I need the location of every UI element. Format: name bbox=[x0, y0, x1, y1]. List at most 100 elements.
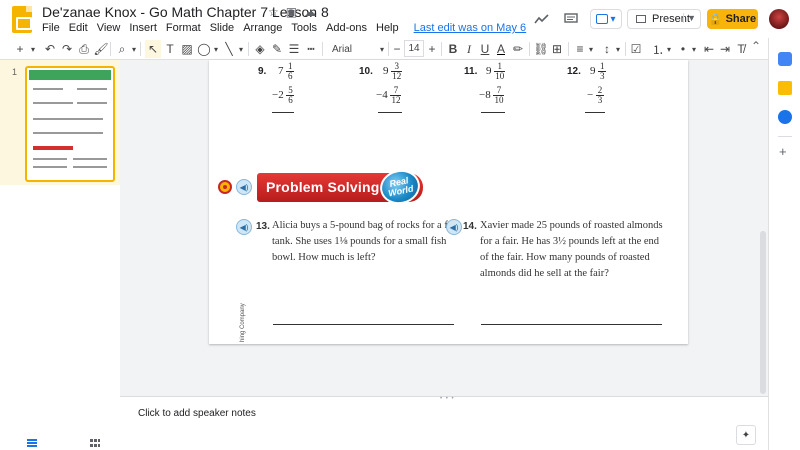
present-button[interactable]: Present ▼ bbox=[627, 9, 701, 29]
menu-view[interactable]: View bbox=[97, 22, 121, 34]
thumbnail-line bbox=[33, 166, 67, 168]
italic-icon[interactable]: I bbox=[462, 40, 476, 58]
select-icon[interactable]: ↖ bbox=[145, 40, 161, 58]
thumbnail-line bbox=[33, 132, 103, 134]
increase-indent-icon[interactable]: ⇥ bbox=[718, 40, 732, 58]
align-icon[interactable]: ≡ bbox=[573, 40, 587, 58]
audio-speaker-icon[interactable]: ◀) bbox=[236, 179, 252, 195]
menu-format[interactable]: Format bbox=[166, 22, 201, 34]
menu-slide[interactable]: Slide bbox=[210, 22, 234, 34]
text-color-icon[interactable]: A bbox=[494, 40, 508, 58]
hide-menus-chevron-icon[interactable]: ⌃ bbox=[751, 39, 761, 53]
redo-icon[interactable]: ↷ bbox=[59, 40, 75, 58]
thumbnail-line bbox=[33, 146, 73, 150]
menu-arrange[interactable]: Arrange bbox=[243, 22, 282, 34]
menu-tools[interactable]: Tools bbox=[291, 22, 317, 34]
grid-view-icon[interactable] bbox=[90, 434, 100, 447]
border-weight-icon[interactable]: ☰ bbox=[286, 40, 302, 58]
filmstrip-view-icon[interactable] bbox=[27, 434, 37, 447]
fraction: 13 bbox=[598, 62, 607, 81]
zoom-icon[interactable]: ⌕ bbox=[114, 40, 130, 58]
activity-trend-icon[interactable] bbox=[531, 8, 553, 30]
slide-thumbnail[interactable] bbox=[25, 66, 115, 182]
comment-add-icon[interactable]: ⊞ bbox=[550, 40, 564, 58]
line-icon[interactable]: ╲ bbox=[221, 40, 237, 58]
numbered-list-icon[interactable]: ⒈ bbox=[651, 40, 665, 58]
problem-solving-title: Problem Solving bbox=[266, 179, 380, 195]
resize-dots-icon[interactable]: • • • bbox=[440, 396, 455, 402]
whole-number: −8 bbox=[479, 89, 491, 102]
present-dropdown-icon[interactable]: ▼ bbox=[683, 13, 696, 23]
fraction: 7 10 bbox=[493, 85, 505, 105]
highlight-icon[interactable]: ✏ bbox=[511, 40, 525, 58]
calendar-icon[interactable] bbox=[778, 52, 792, 66]
title-icons: ☆ ▣ ☁ bbox=[268, 5, 316, 19]
bulleted-list-icon[interactable]: • bbox=[676, 40, 690, 58]
line-spacing-dropdown-icon[interactable]: ▾ bbox=[614, 40, 622, 58]
audio-speaker-icon[interactable]: ◀) bbox=[446, 219, 462, 235]
menu-add-ons[interactable]: Add-ons bbox=[326, 22, 367, 34]
decrease-font-icon[interactable]: − bbox=[391, 40, 403, 58]
separator bbox=[322, 42, 323, 56]
audio-speaker-icon[interactable]: ◀) bbox=[236, 219, 252, 235]
print-icon[interactable]: ⎙ bbox=[76, 40, 92, 58]
clear-formatting-icon[interactable]: T̸ bbox=[734, 40, 748, 58]
slides-logo-icon[interactable] bbox=[12, 6, 32, 33]
keep-icon[interactable] bbox=[778, 81, 792, 95]
underline-icon[interactable]: U bbox=[478, 40, 492, 58]
decrease-indent-icon[interactable]: ⇤ bbox=[702, 40, 716, 58]
checklist-icon[interactable]: ☑ bbox=[629, 40, 643, 58]
border-dash-icon[interactable]: ┅ bbox=[303, 40, 319, 58]
paint-format-icon[interactable]: 🖌 bbox=[93, 40, 109, 58]
menu-help[interactable]: Help bbox=[376, 22, 399, 34]
numbered-list-dropdown-icon[interactable]: ▾ bbox=[665, 40, 673, 58]
text-box-icon[interactable]: T bbox=[162, 40, 178, 58]
share-label: Share bbox=[725, 13, 757, 25]
shape-icon[interactable]: ◯ bbox=[196, 40, 212, 58]
comments-icon[interactable] bbox=[560, 8, 582, 30]
account-avatar[interactable] bbox=[769, 9, 789, 29]
align-dropdown-icon[interactable]: ▾ bbox=[587, 40, 595, 58]
menu-file[interactable]: File bbox=[42, 22, 60, 34]
add-ons-plus-icon[interactable]: + bbox=[779, 144, 787, 159]
zoom-dropdown-icon[interactable]: ▾ bbox=[130, 40, 138, 58]
font-size-input[interactable]: 14 bbox=[404, 40, 424, 57]
vertical-scrollbar[interactable] bbox=[760, 231, 766, 394]
denominator: 10 bbox=[494, 95, 504, 105]
speaker-notes[interactable]: Click to add speaker notes bbox=[138, 408, 256, 419]
answer-line bbox=[273, 324, 454, 325]
shape-dropdown-icon[interactable]: ▾ bbox=[212, 40, 220, 58]
thumbnail-line bbox=[77, 102, 107, 104]
increase-font-icon[interactable]: + bbox=[426, 40, 438, 58]
cloud-status-icon[interactable]: ☁ bbox=[304, 5, 316, 19]
denominator: 6 bbox=[288, 71, 293, 81]
menu-insert[interactable]: Insert bbox=[129, 22, 157, 34]
fill-color-icon[interactable]: ◈ bbox=[252, 40, 268, 58]
meet-present-button[interactable]: ▾ bbox=[590, 9, 622, 29]
problem-text-line: for a fair. He has 3½ pounds left at the… bbox=[480, 236, 660, 247]
menu-edit[interactable]: Edit bbox=[69, 22, 88, 34]
explore-button[interactable]: ✦ bbox=[736, 425, 756, 445]
denominator: 3 bbox=[600, 71, 605, 81]
new-slide-dropdown-icon[interactable]: ▾ bbox=[28, 40, 38, 58]
separator bbox=[140, 42, 141, 56]
problem-text-line: tank. She uses 1⅛ pounds for a small fis… bbox=[272, 236, 447, 247]
tasks-icon[interactable] bbox=[778, 110, 792, 124]
star-icon[interactable]: ☆ bbox=[268, 5, 279, 19]
image-icon[interactable]: ▨ bbox=[179, 40, 195, 58]
border-color-icon[interactable]: ✎ bbox=[269, 40, 285, 58]
share-button[interactable]: 🔒 Share bbox=[707, 9, 758, 29]
line-spacing-icon[interactable]: ↕ bbox=[600, 40, 614, 58]
move-folder-icon[interactable]: ▣ bbox=[286, 5, 297, 19]
whole-number: − bbox=[587, 89, 594, 102]
link-icon[interactable]: ⛓ bbox=[533, 40, 548, 58]
numerator: 7 bbox=[496, 85, 502, 95]
undo-icon[interactable]: ↶ bbox=[42, 40, 58, 58]
last-edit-link[interactable]: Last edit was on May 6 bbox=[414, 22, 527, 34]
bold-icon[interactable]: B bbox=[446, 40, 460, 58]
font-family-select[interactable]: Arial ▾ bbox=[332, 40, 384, 58]
bulleted-list-dropdown-icon[interactable]: ▾ bbox=[690, 40, 698, 58]
separator bbox=[568, 42, 569, 56]
new-slide-icon[interactable]: + bbox=[14, 40, 26, 58]
line-dropdown-icon[interactable]: ▾ bbox=[237, 40, 245, 58]
